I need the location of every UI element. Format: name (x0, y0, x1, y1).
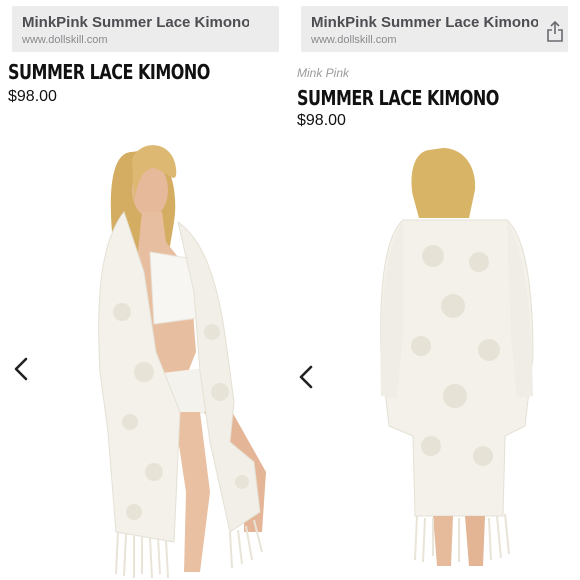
product-screen-front: MinkPink Summer Lace Kimono... www.dolls… (4, 0, 287, 580)
product-price: $98.00 (297, 112, 346, 129)
share-icon[interactable] (546, 20, 564, 42)
page-url: www.dollskill.com (22, 34, 108, 46)
model-back-photo (380, 148, 534, 566)
product-image[interactable] (4, 112, 287, 580)
chevron-left-icon[interactable] (12, 356, 30, 382)
browser-url-bar[interactable]: MinkPink Summer Lace Kimono... www.dolls… (12, 6, 279, 52)
brand-label[interactable]: Mink Pink (297, 66, 349, 80)
page-title: MinkPink Summer Lace Kimono... (22, 14, 249, 31)
page-url: www.dollskill.com (311, 34, 397, 46)
page-title: MinkPink Summer Lace Kimono... (311, 14, 538, 31)
chevron-left-icon[interactable] (297, 364, 315, 390)
product-image[interactable] (293, 136, 576, 580)
product-price: $98.00 (8, 88, 57, 105)
product-title: SUMMER LACE KIMONO (8, 60, 210, 84)
product-title: SUMMER LACE KIMONO (297, 86, 499, 110)
model-front-photo (98, 145, 266, 579)
product-screen-back: MinkPink Summer Lace Kimono... www.dolls… (293, 0, 576, 580)
browser-url-bar[interactable]: MinkPink Summer Lace Kimono... www.dolls… (301, 6, 568, 52)
